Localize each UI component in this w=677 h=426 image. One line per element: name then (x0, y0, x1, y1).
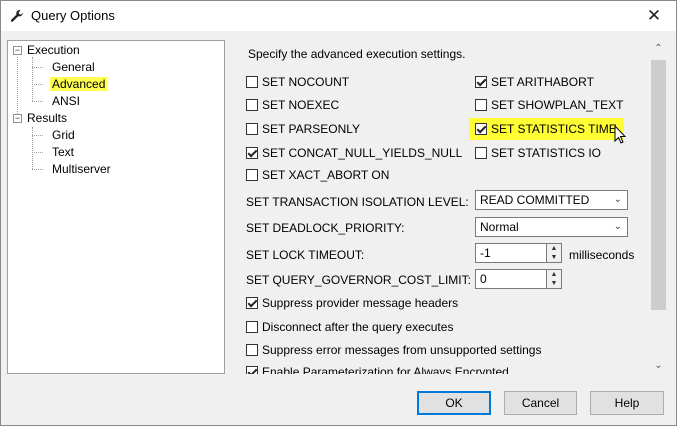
check-icon (246, 147, 258, 159)
set-statistics-time-checkbox[interactable]: SET STATISTICS TIME (469, 118, 624, 140)
set-xact-abort-checkbox[interactable]: SET XACT_ABORT ON (246, 167, 389, 183)
checkbox-box (246, 321, 258, 333)
checkbox-label: SET NOEXEC (262, 98, 340, 112)
tree-item-ansi[interactable]: ANSI (52, 94, 80, 108)
governor-cost-limit-label: SET QUERY_GOVERNOR_COST_LIMIT: (246, 273, 471, 287)
set-arithabort-checkbox[interactable]: SET ARITHABORT (475, 74, 594, 90)
set-showplan-text-checkbox[interactable]: SET SHOWPLAN_TEXT (475, 97, 623, 113)
chevron-down-icon: ⌄ (613, 221, 622, 232)
tree-connector (17, 57, 18, 116)
set-nocount-checkbox[interactable]: SET NOCOUNT (246, 74, 349, 90)
deadlock-priority-value: Normal (480, 220, 519, 234)
checkbox-label: Suppress provider message headers (262, 296, 459, 310)
checkbox-label: Suppress error messages from unsupported… (262, 343, 542, 357)
spin-buttons[interactable]: ▲ ▼ (546, 243, 562, 263)
checkbox-label: Enable Parameterization for Always Encry… (262, 365, 509, 374)
spin-down-icon[interactable]: ▼ (547, 279, 561, 288)
check-icon (246, 297, 258, 309)
collapse-results-icon[interactable]: − (13, 114, 22, 123)
checkbox-label: SET STATISTICS TIME (491, 122, 617, 136)
isolation-level-label: SET TRANSACTION ISOLATION LEVEL: (246, 195, 469, 209)
scroll-up-icon[interactable]: ⌃ (650, 40, 667, 57)
set-concat-null-checkbox[interactable]: SET CONCAT_NULL_YIELDS_NULL (246, 145, 462, 161)
milliseconds-label: milliseconds (569, 248, 635, 262)
tree-connector (32, 101, 43, 102)
title-bar: Query Options ✕ (1, 1, 676, 31)
tree-item-execution[interactable]: Execution (27, 43, 80, 57)
checkbox-label: SET XACT_ABORT ON (262, 168, 390, 182)
tree-connector (32, 127, 33, 169)
suppress-errors-checkbox[interactable]: Suppress error messages from unsupported… (246, 342, 541, 358)
checkbox-box (475, 147, 487, 159)
close-button[interactable]: ✕ (632, 1, 676, 31)
cancel-button[interactable]: Cancel (504, 391, 577, 415)
checkbox-label: SET NOCOUNT (262, 75, 350, 89)
checkbox-label: SET PARSEONLY (262, 122, 361, 136)
check-icon (475, 76, 487, 88)
suppress-headers-checkbox[interactable]: Suppress provider message headers (246, 295, 458, 311)
spin-up-icon[interactable]: ▲ (547, 270, 561, 279)
collapse-execution-icon[interactable]: − (13, 46, 22, 55)
disconnect-after-query-checkbox[interactable]: Disconnect after the query executes (246, 319, 453, 335)
scroll-down-icon[interactable]: ⌄ (650, 357, 667, 374)
deadlock-priority-select[interactable]: Normal ⌄ (475, 217, 628, 237)
isolation-level-select[interactable]: READ COMMITTED ⌄ (475, 190, 628, 210)
checkbox-box (246, 99, 258, 111)
tree-connector (32, 57, 33, 101)
checkbox-label: SET ARITHABORT (491, 75, 594, 89)
window-title: Query Options (31, 8, 115, 23)
check-icon (246, 366, 258, 374)
wrench-icon (10, 10, 23, 22)
tree-item-general[interactable]: General (52, 60, 95, 74)
checkbox-box (246, 76, 258, 88)
checkbox-label: SET STATISTICS IO (491, 146, 602, 160)
checkbox-label: SET CONCAT_NULL_YIELDS_NULL (262, 146, 463, 160)
enable-parameterization-checkbox[interactable]: Enable Parameterization for Always Encry… (246, 364, 509, 374)
lock-timeout-label: SET LOCK TIMEOUT: (246, 248, 365, 262)
tree-item-grid[interactable]: Grid (52, 128, 75, 142)
mouse-pointer-icon (614, 125, 627, 144)
ok-button[interactable]: OK (417, 391, 491, 415)
tree-connector (32, 67, 43, 68)
isolation-level-value: READ COMMITTED (480, 193, 590, 207)
checkbox-box (246, 123, 258, 135)
spin-down-icon[interactable]: ▼ (547, 253, 561, 262)
tree-item-multiserver[interactable]: Multiserver (52, 162, 111, 176)
set-noexec-checkbox[interactable]: SET NOEXEC (246, 97, 339, 113)
spin-up-icon[interactable]: ▲ (547, 244, 561, 253)
tree-connector (32, 84, 43, 85)
deadlock-priority-label: SET DEADLOCK_PRIORITY: (246, 221, 405, 235)
checkbox-label: SET SHOWPLAN_TEXT (491, 98, 624, 112)
spin-buttons[interactable]: ▲ ▼ (546, 269, 562, 289)
governor-cost-limit-input[interactable]: 0 (475, 269, 547, 289)
tree-connector (32, 169, 43, 170)
tree-item-advanced[interactable]: Advanced (50, 77, 108, 91)
close-icon: ✕ (646, 6, 662, 25)
checkbox-box (246, 169, 258, 181)
set-parseonly-checkbox[interactable]: SET PARSEONLY (246, 121, 360, 137)
tree-item-text[interactable]: Text (52, 145, 74, 159)
scrollbar-thumb[interactable] (651, 60, 666, 310)
set-statistics-io-checkbox[interactable]: SET STATISTICS IO (475, 145, 601, 161)
check-icon (475, 123, 487, 135)
tree-connector (32, 135, 43, 136)
checkbox-box (475, 99, 487, 111)
tree-connector (32, 152, 43, 153)
panel-scrollbar[interactable]: ⌃ ⌄ (650, 40, 667, 374)
lock-timeout-input[interactable]: -1 (475, 243, 547, 263)
query-options-dialog: Query Options ✕ − Execution General Adva… (0, 0, 677, 426)
options-tree: − Execution General Advanced ANSI − Resu… (7, 40, 225, 374)
panel-description: Specify the advanced execution settings. (248, 47, 466, 61)
checkbox-label: Disconnect after the query executes (262, 320, 454, 334)
help-button[interactable]: Help (590, 391, 664, 415)
chevron-down-icon: ⌄ (613, 194, 622, 205)
checkbox-box (246, 344, 258, 356)
tree-item-results[interactable]: Results (27, 111, 67, 125)
